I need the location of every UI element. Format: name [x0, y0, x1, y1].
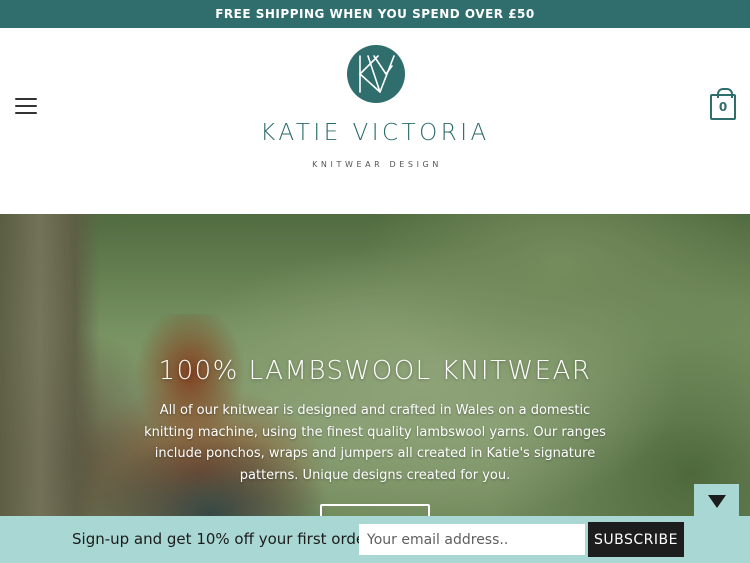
- hero-banner: 100% LAMBSWOOL KNITWEAR All of our knitw…: [0, 214, 750, 563]
- hero-description: All of our knitwear is designed and craf…: [144, 403, 606, 483]
- kv-monogram-icon: [347, 45, 405, 103]
- newsletter-signup-bar: Sign-up and get 10% off your first order…: [0, 516, 750, 563]
- logo-wordmark: KATIE VICTORIA: [260, 120, 490, 146]
- cart-button[interactable]: 0: [710, 88, 736, 120]
- logo-tagline: KNITWEAR DESIGN: [312, 160, 442, 169]
- announcement-bar: FREE SHIPPING WHEN YOU SPEND OVER £50: [0, 0, 750, 28]
- hamburger-icon[interactable]: [15, 98, 37, 114]
- hero-title: 100% LAMBSWOOL KNITWEAR: [158, 356, 592, 386]
- email-input[interactable]: [359, 524, 585, 555]
- site-header: KATIE VICTORIA KNITWEAR DESIGN 0: [0, 28, 750, 214]
- signup-message: Sign-up and get 10% off your first order: [72, 530, 372, 548]
- triangle-down-icon[interactable]: [694, 484, 739, 518]
- announcement-text: FREE SHIPPING WHEN YOU SPEND OVER £50: [215, 7, 535, 21]
- site-logo[interactable]: KATIE VICTORIA KNITWEAR DESIGN: [245, 42, 505, 182]
- subscribe-button[interactable]: SUBSCRIBE: [588, 522, 684, 557]
- cart-count: 0: [718, 100, 728, 114]
